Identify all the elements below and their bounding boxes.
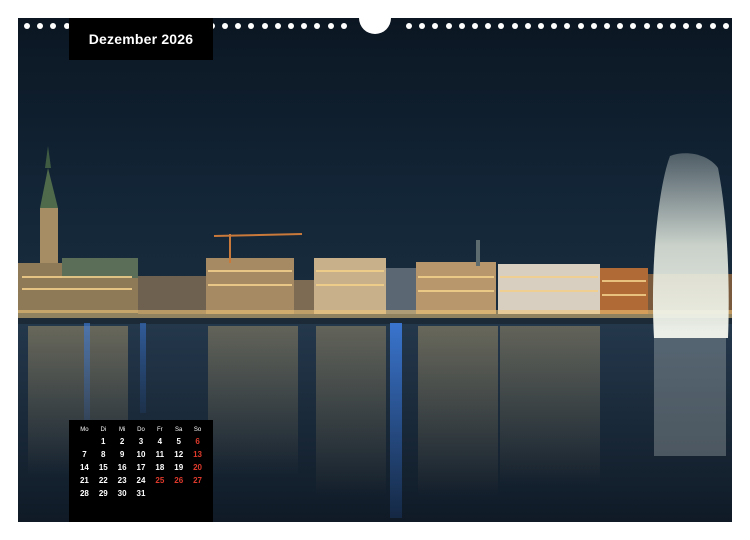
calendar-day: 22 bbox=[98, 476, 108, 485]
month-title-box: Dezember 2026 bbox=[69, 18, 213, 60]
calendar-day: 20 bbox=[193, 463, 203, 472]
calendar-day: 10 bbox=[136, 450, 146, 459]
calendar-day bbox=[188, 489, 207, 499]
fountain bbox=[652, 153, 729, 338]
calendar-day: 16 bbox=[117, 463, 127, 472]
calendar-day: 17 bbox=[136, 463, 146, 472]
calendar-day: 13 bbox=[193, 450, 203, 459]
calendar-day: 3 bbox=[138, 437, 144, 446]
calendar-day: 30 bbox=[117, 489, 127, 498]
calendar-day bbox=[75, 437, 94, 447]
calendar-grid-box: Mo Di Mi Do Fr Sa So 1 2 3 4 5 6 7 8 9 10 11 12 13 14… bbox=[69, 420, 213, 522]
weekday-header: So bbox=[193, 427, 202, 433]
calendar-day: 5 bbox=[176, 437, 181, 446]
calendar-day: 27 bbox=[193, 476, 203, 485]
weekday-header: Sa bbox=[175, 427, 183, 433]
calendar-day: 9 bbox=[119, 450, 125, 459]
calendar-grid: Mo Di Mi Do Fr Sa So 1 2 3 4 5 6 7 8 9 10 11 12 13 14… bbox=[75, 426, 207, 499]
calendar-day bbox=[169, 489, 188, 499]
calendar-day: 8 bbox=[101, 450, 106, 459]
weekday-header: Di bbox=[100, 427, 107, 433]
calendar-day: 21 bbox=[79, 476, 89, 485]
calendar-day: 26 bbox=[174, 476, 184, 485]
calendar-day: 29 bbox=[98, 489, 108, 498]
calendar-day: 28 bbox=[79, 489, 89, 498]
calendar-day: 14 bbox=[79, 463, 89, 472]
calendar-day: 23 bbox=[117, 476, 127, 485]
calendar-day: 19 bbox=[174, 463, 184, 472]
calendar-day bbox=[150, 489, 169, 499]
calendar-day: 11 bbox=[155, 450, 165, 459]
weekday-header: Do bbox=[137, 427, 145, 433]
calendar-day: 31 bbox=[136, 489, 146, 498]
calendar-day: 18 bbox=[155, 463, 165, 472]
weekday-header: Mi bbox=[118, 427, 126, 433]
calendar-day: 15 bbox=[98, 463, 108, 472]
weekday-header: Mo bbox=[80, 427, 89, 433]
calendar-day: 24 bbox=[136, 476, 146, 485]
calendar-day: 6 bbox=[195, 437, 200, 446]
calendar-day: 2 bbox=[119, 437, 125, 446]
weekday-header: Fr bbox=[157, 427, 163, 433]
calendar-day: 4 bbox=[157, 437, 163, 446]
calendar-day: 7 bbox=[82, 450, 87, 459]
month-title: Dezember 2026 bbox=[88, 31, 194, 47]
calendar-day: 1 bbox=[101, 437, 106, 446]
calendar-day: 25 bbox=[155, 476, 165, 485]
calendar-day: 12 bbox=[174, 450, 184, 459]
